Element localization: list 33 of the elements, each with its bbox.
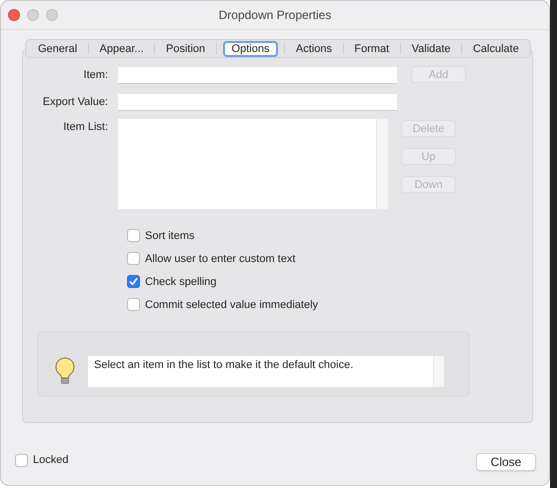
item-list[interactable]	[118, 119, 388, 209]
tab[interactable]: Options	[222, 40, 278, 56]
close-button[interactable]: Close	[476, 453, 536, 471]
checkbox[interactable]	[127, 298, 140, 311]
export-value-label: Export Value:	[42, 95, 108, 110]
checkbox-label: Check spelling	[145, 276, 217, 288]
item-list-label: Item List:	[62, 120, 108, 135]
scrollbar[interactable]	[376, 119, 388, 209]
checkbox[interactable]	[127, 229, 140, 242]
locked-label: Locked	[33, 454, 68, 466]
minimize-window-icon[interactable]	[27, 9, 39, 21]
zoom-window-icon[interactable]	[46, 9, 58, 21]
checkbox-label: Commit selected value immediately	[145, 298, 318, 310]
tab[interactable]: Position	[161, 42, 210, 56]
tab[interactable]: Appear...	[94, 42, 149, 56]
tab[interactable]: Actions	[290, 42, 337, 56]
checkbox-label: Sort items	[145, 230, 195, 242]
tab[interactable]: Validate	[406, 42, 456, 56]
tab[interactable]: Format	[349, 42, 394, 56]
checkbox-label: Allow user to enter custom text	[145, 252, 296, 264]
locked-checkbox[interactable]	[15, 454, 28, 466]
hint-text: Select an item in the list to make it the default choice.	[93, 358, 354, 371]
export-value-field[interactable]	[118, 94, 397, 111]
close-window-icon[interactable]	[8, 9, 20, 21]
scrollbar[interactable]	[433, 356, 444, 387]
tab[interactable]: General	[33, 42, 82, 56]
lightbulb-icon	[53, 356, 77, 386]
checkbox[interactable]	[127, 252, 140, 265]
tab[interactable]: Calculate	[468, 42, 524, 56]
item-label: Item:	[82, 68, 108, 83]
checkbox[interactable]	[127, 275, 140, 288]
item-field[interactable]	[118, 67, 397, 84]
window-title: Dropdown Properties	[218, 8, 332, 22]
